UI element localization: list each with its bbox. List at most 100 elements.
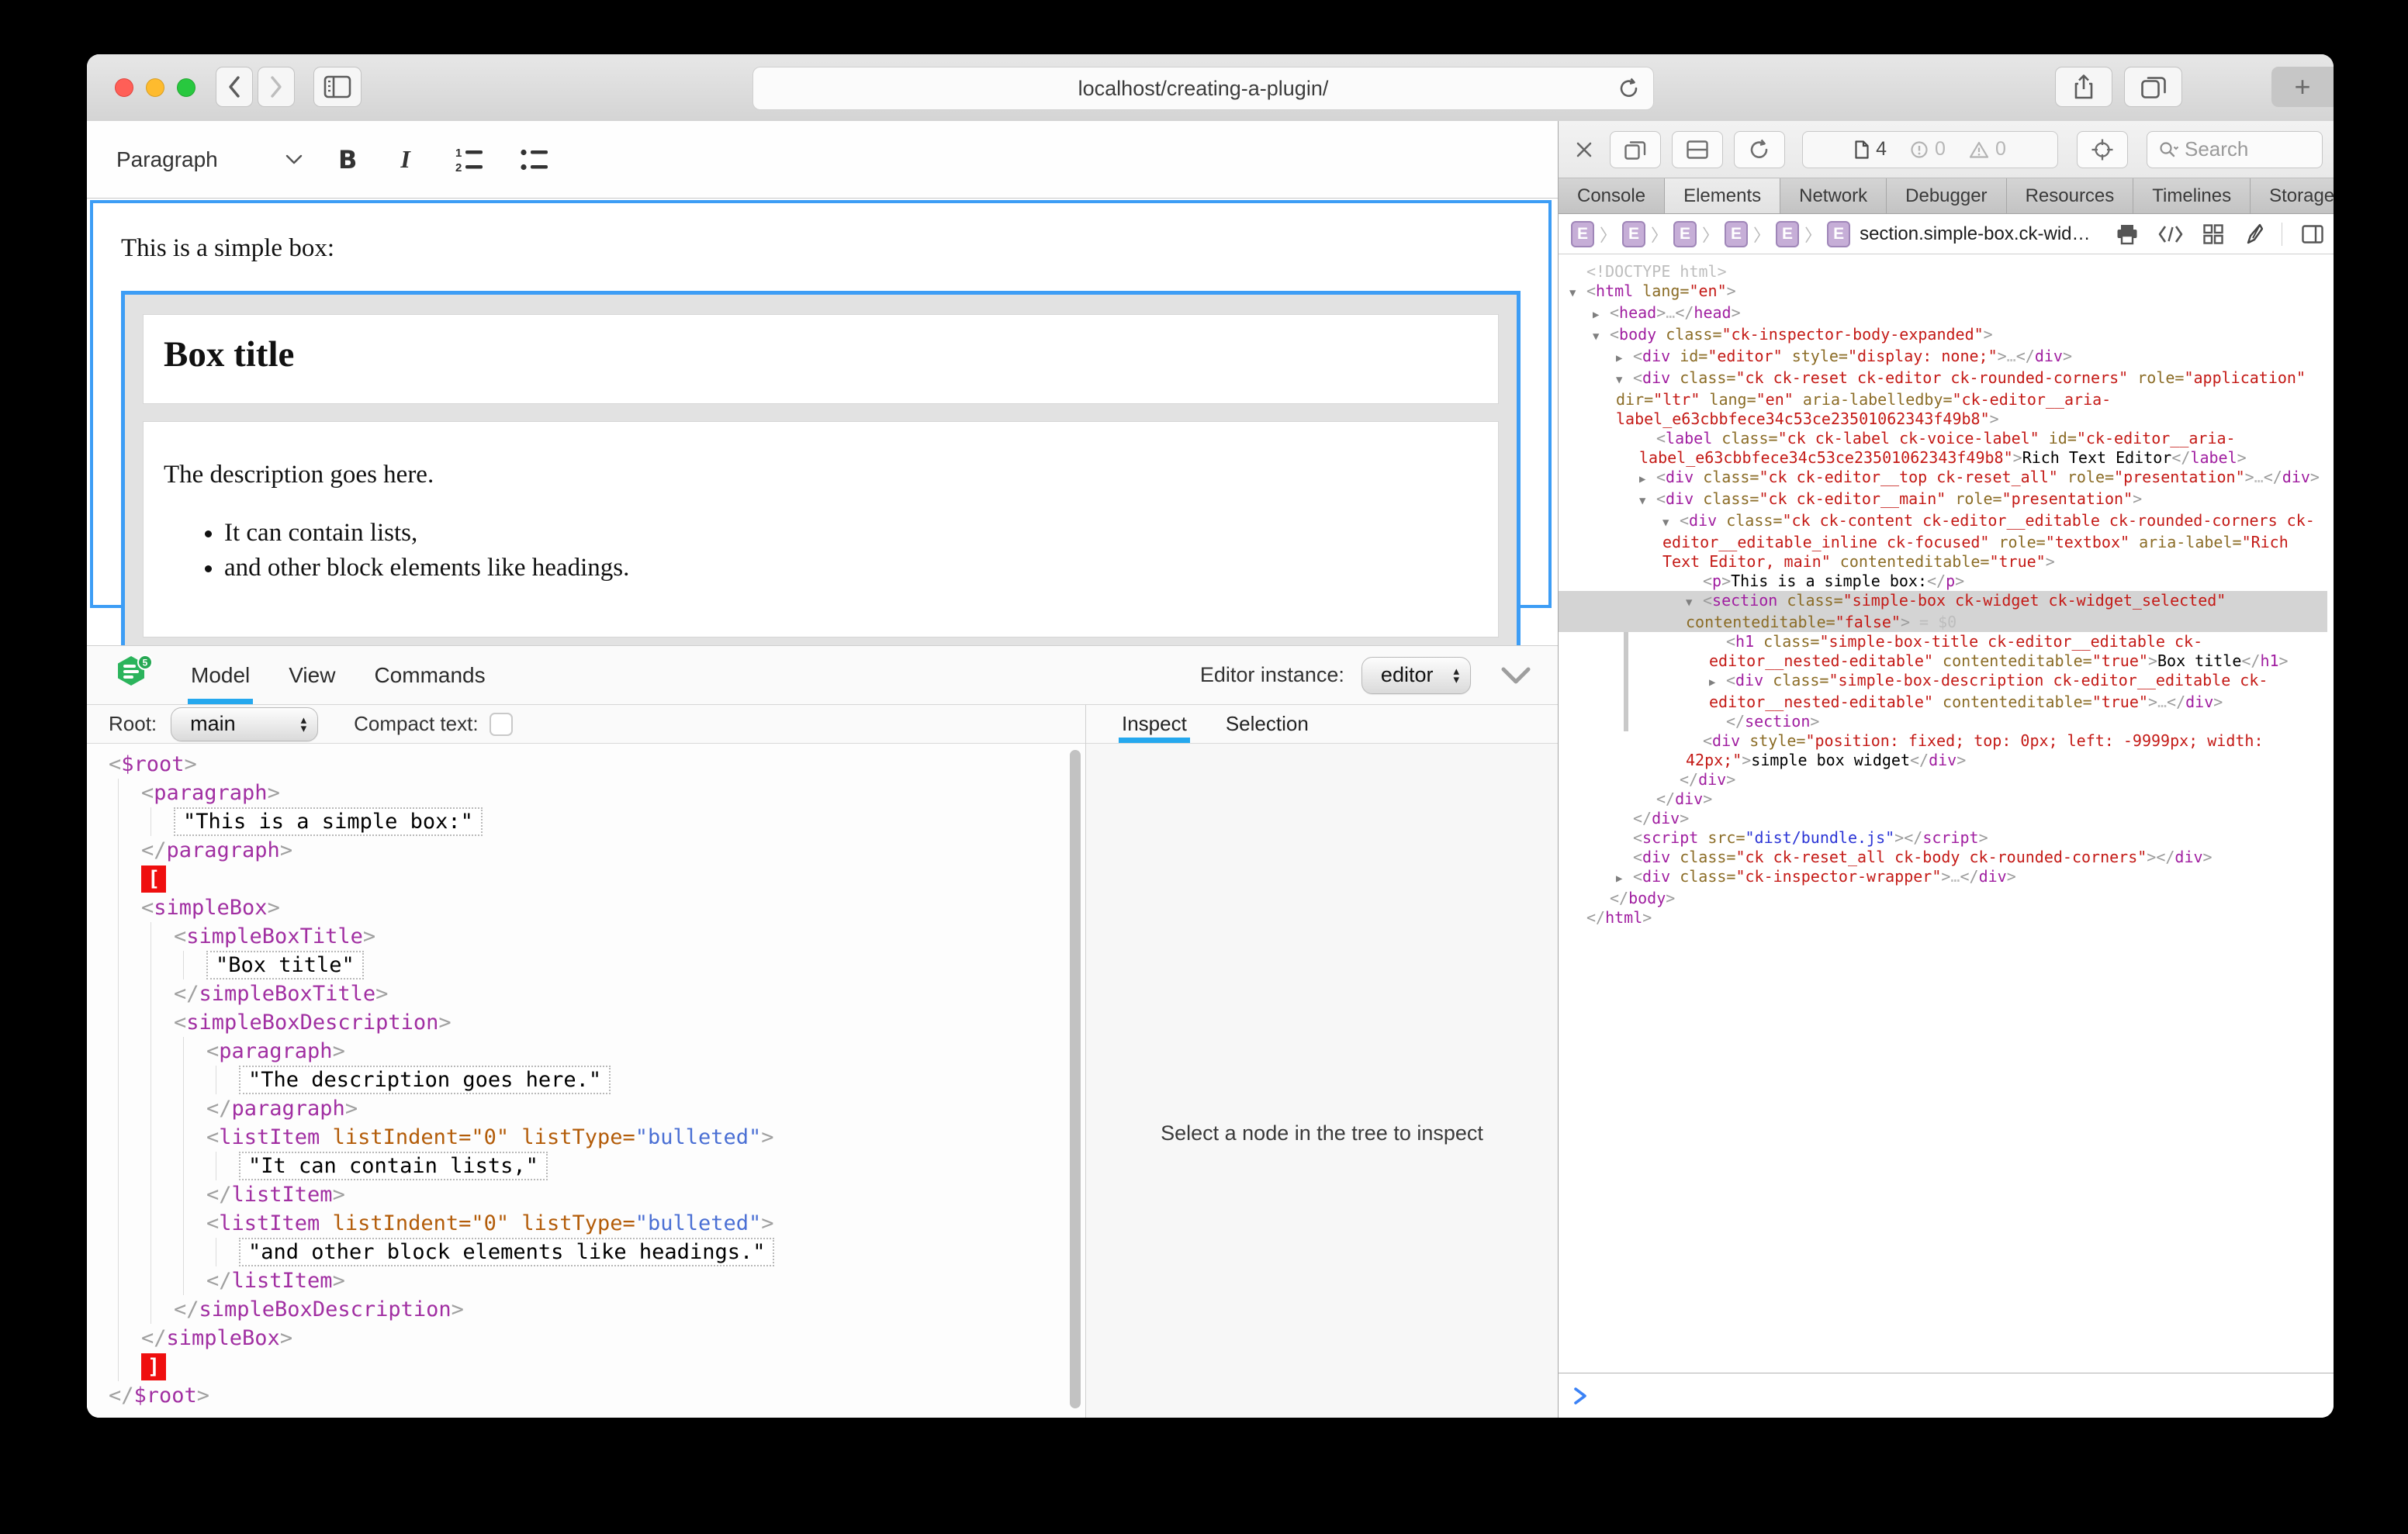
breadcrumb-element-badge[interactable]: E <box>1673 221 1697 247</box>
model-tree-line[interactable]: "It can contain lists," <box>87 1152 1085 1180</box>
description-bullet-list[interactable]: It can contain lists, and other block ele… <box>164 519 1478 582</box>
description-paragraph[interactable]: The description goes here. <box>164 461 1478 489</box>
model-tree-line[interactable]: </paragraph> <box>87 836 1085 865</box>
tab-overview-button[interactable] <box>2124 67 2182 107</box>
bullet-item[interactable]: It can contain lists, <box>224 519 1478 548</box>
model-tree-line[interactable]: "and other block elements like headings.… <box>87 1238 1085 1266</box>
tab-selection[interactable]: Selection <box>1226 705 1309 743</box>
dom-tree-line[interactable]: ▼<body class="ck-inspector-body-expanded… <box>1559 325 2327 347</box>
quick-console[interactable] <box>1559 1373 2334 1418</box>
dom-tree-line[interactable]: </section> <box>1559 712 2327 731</box>
dom-tree-line[interactable]: </div> <box>1559 809 2327 828</box>
dom-tree-line[interactable]: <div style="position: fixed; top: 0px; l… <box>1559 731 2327 770</box>
tab-inspect[interactable]: Inspect <box>1122 705 1187 743</box>
dom-tree-line[interactable]: ▶<div class="ck ck-editor__top ck-reset_… <box>1559 468 2327 489</box>
dom-tree-line[interactable]: ▼<div class="ck ck-editor__main" role="p… <box>1559 489 2327 511</box>
dom-tree-line[interactable]: </body> <box>1559 889 2327 908</box>
breadcrumb-element-badge[interactable]: E <box>1725 221 1748 247</box>
devtools-search-field[interactable]: Search <box>2147 131 2323 168</box>
bulleted-list-button[interactable] <box>517 145 552 174</box>
source-code-icon[interactable] <box>2157 224 2184 244</box>
dom-tree-line[interactable]: ▼<section class="simple-box ck-widget ck… <box>1559 591 2327 632</box>
model-tree-line[interactable]: </simpleBoxDescription> <box>87 1295 1085 1324</box>
devtools-tab-console[interactable]: Console <box>1559 178 1665 213</box>
root-select[interactable]: main ▴▾ <box>171 707 318 741</box>
model-tree-line[interactable]: <simpleBoxTitle> <box>87 922 1085 951</box>
close-devtools-button[interactable] <box>1576 141 1593 158</box>
dom-tree-line[interactable]: <p>This is a simple box:</p> <box>1559 572 2327 591</box>
dom-tree-line[interactable]: <label class="ck ck-label ck-voice-label… <box>1559 429 2327 468</box>
simple-box-title-area[interactable]: Box title <box>143 314 1499 404</box>
dom-tree-line[interactable]: </div> <box>1559 789 2327 809</box>
model-tree-line[interactable]: <paragraph> <box>87 1037 1085 1066</box>
devtools-tab-debugger[interactable]: Debugger <box>1887 178 2006 213</box>
grid-layout-icon[interactable] <box>2202 223 2224 245</box>
inspector-tab-commands[interactable]: Commands <box>374 646 485 704</box>
simple-box-widget[interactable]: Box title The description goes here. It … <box>121 291 1521 661</box>
traffic-close-button[interactable] <box>115 78 133 97</box>
model-tree-line[interactable]: "Box title" <box>87 951 1085 979</box>
back-button[interactable] <box>216 67 253 107</box>
paragraph-dropdown[interactable]: Paragraph <box>116 147 303 172</box>
error-count[interactable]: 0 <box>1910 138 1946 161</box>
numbered-list-button[interactable]: 12 <box>452 145 486 174</box>
dom-tree-line[interactable]: <script src="dist/bundle.js"></script> <box>1559 828 2327 848</box>
document-count[interactable]: 4 <box>1854 138 1887 161</box>
collapse-inspector-icon[interactable] <box>1500 666 1531 685</box>
dom-tree-line[interactable]: ▼<div class="ck ck-content ck-editor__ed… <box>1559 511 2327 572</box>
model-tree-line[interactable]: "This is a simple box:" <box>87 807 1085 836</box>
intro-paragraph[interactable]: This is a simple box: <box>121 234 1525 263</box>
warning-count[interactable]: 0 <box>1969 138 2006 161</box>
breadcrumb-element-badge[interactable]: E <box>1571 221 1594 247</box>
share-button[interactable] <box>2055 67 2112 107</box>
model-tree-line[interactable]: </listItem> <box>87 1180 1085 1209</box>
dom-tree-line[interactable]: </html> <box>1559 908 2327 928</box>
bullet-item[interactable]: and other block elements like headings. <box>224 554 1478 582</box>
dom-tree-line[interactable]: <div class="ck ck-reset_all ck-body ck-r… <box>1559 848 2327 867</box>
model-tree-line[interactable]: <listItem listIndent="0" listType="bulle… <box>87 1209 1085 1238</box>
inspector-tab-view[interactable]: View <box>289 646 335 704</box>
dom-tree-line[interactable]: <!DOCTYPE html> <box>1559 262 2327 282</box>
dom-tree-line[interactable]: ▶<div id="editor" style="display: none;"… <box>1559 347 2327 368</box>
model-tree-line[interactable]: <$root> <box>87 750 1085 779</box>
model-tree-line[interactable]: </simpleBox> <box>87 1324 1085 1353</box>
model-tree-line[interactable]: </simpleBoxTitle> <box>87 979 1085 1008</box>
devtools-tab-network[interactable]: Network <box>1780 178 1887 213</box>
model-tree-line[interactable]: ] <box>87 1353 1085 1381</box>
breadcrumb-element-badge[interactable]: E <box>1827 221 1850 247</box>
dom-tree-line[interactable]: </div> <box>1559 770 2327 789</box>
sidebar-toggle-button[interactable] <box>313 67 362 107</box>
dom-tree-line[interactable]: <h1 class="simple-box-title ck-editor__e… <box>1559 632 2327 671</box>
model-tree-line[interactable]: <simpleBox> <box>87 893 1085 922</box>
breadcrumb-element-badge[interactable]: E <box>1776 221 1799 247</box>
devtools-tab-resources[interactable]: Resources <box>2007 178 2134 213</box>
model-tree-line[interactable]: <simpleBoxDescription> <box>87 1008 1085 1037</box>
dom-tree-line[interactable]: ▼<html lang="en"> <box>1559 282 2327 303</box>
devtools-tab-storage[interactable]: Storage <box>2251 178 2334 213</box>
detach-devtools-button[interactable] <box>1610 131 1661 168</box>
model-tree-line[interactable]: </listItem> <box>87 1266 1085 1295</box>
inspector-tab-model[interactable]: Model <box>191 646 250 704</box>
simple-box-description-area[interactable]: The description goes here. It can contai… <box>143 421 1499 637</box>
model-tree-line[interactable]: "The description goes here." <box>87 1066 1085 1094</box>
dom-tree-line[interactable]: ▶<div class="simple-box-description ck-e… <box>1559 671 2327 712</box>
compact-text-checkbox[interactable] <box>490 713 513 736</box>
dom-tree-line[interactable]: ▶<div class="ck-inspector-wrapper">…</di… <box>1559 867 2327 889</box>
devtools-tab-elements[interactable]: Elements <box>1665 178 1780 213</box>
print-icon[interactable] <box>2116 223 2139 245</box>
editor-instance-select[interactable]: editor ▴▾ <box>1361 657 1471 694</box>
bold-button[interactable]: B <box>338 145 357 174</box>
model-tree-line[interactable]: [ <box>87 865 1085 893</box>
box-title-heading[interactable]: Box title <box>164 333 1478 375</box>
url-bar[interactable]: localhost/creating-a-plugin/ <box>752 67 1654 110</box>
traffic-zoom-button[interactable] <box>177 78 195 97</box>
model-tree-line[interactable]: <paragraph> <box>87 779 1085 807</box>
breadcrumb-element-badge[interactable]: E <box>1622 221 1645 247</box>
dom-tree-line[interactable]: ▶<head>…</head> <box>1559 303 2327 325</box>
dom-tree-line[interactable]: ▼<div class="ck ck-reset ck-editor ck-ro… <box>1559 368 2327 429</box>
dock-bottom-button[interactable] <box>1672 131 1723 168</box>
traffic-minimize-button[interactable] <box>146 78 164 97</box>
details-sidebar-icon[interactable] <box>2301 224 2324 244</box>
forward-button[interactable] <box>258 67 295 107</box>
model-tree-line[interactable]: <listItem listIndent="0" listType="bulle… <box>87 1123 1085 1152</box>
